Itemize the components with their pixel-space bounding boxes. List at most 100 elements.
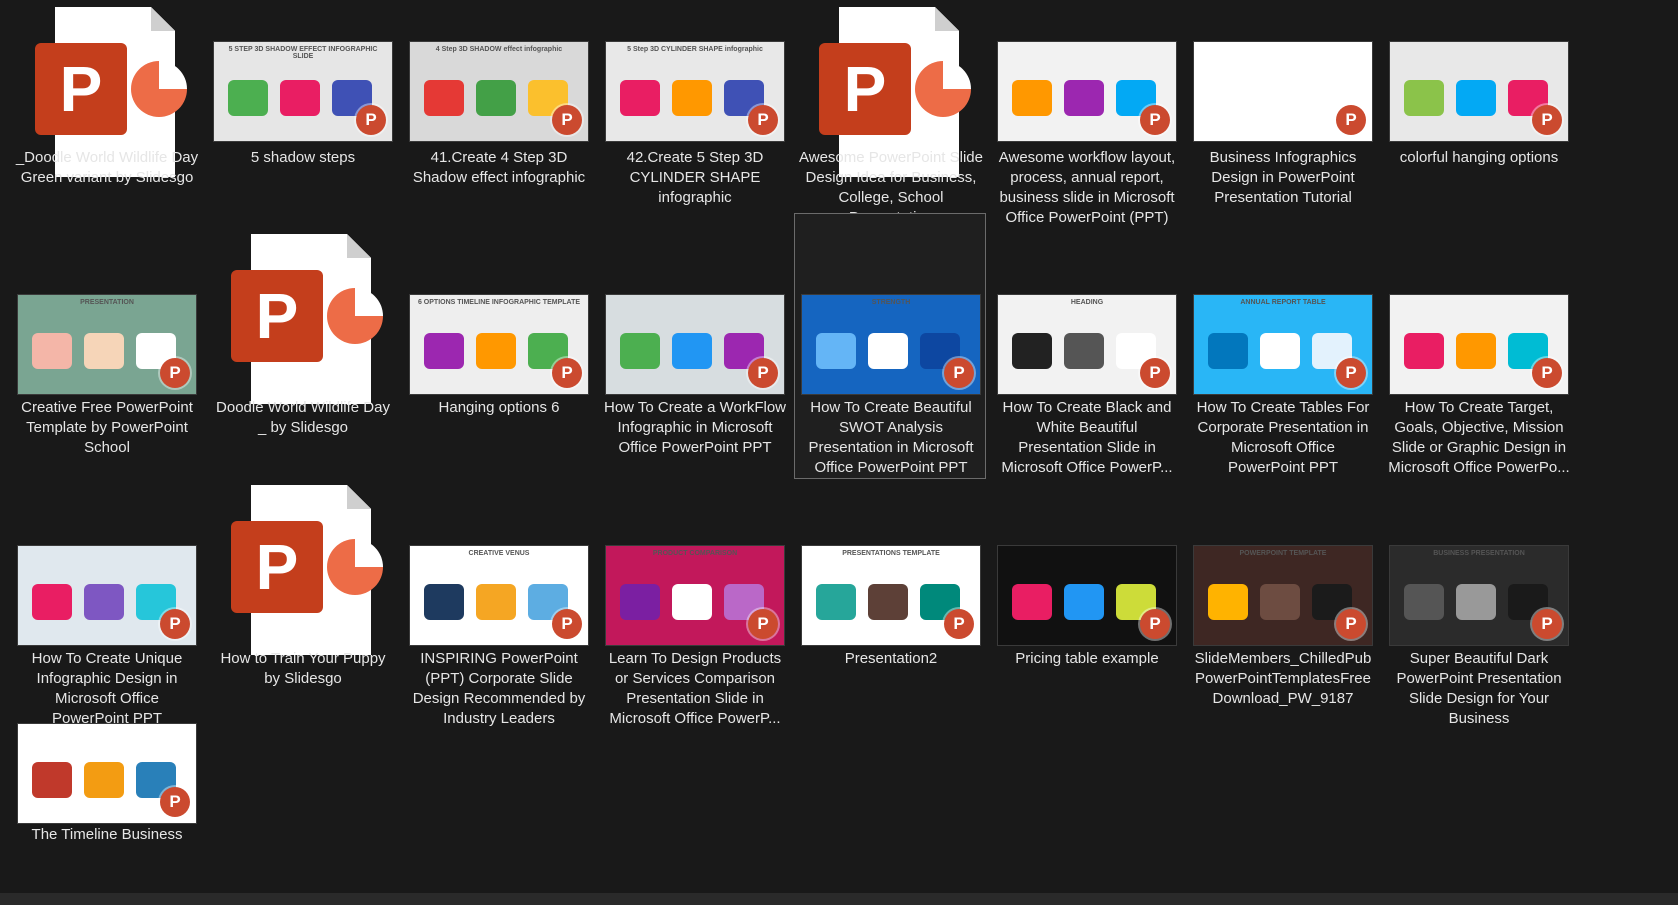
pie-chart-icon [327,288,383,344]
powerpoint-logo: P [231,270,323,362]
file-item[interactable]: HEADING P How To Create Black and White Be… [990,213,1182,479]
file-item[interactable]: 6 OPTIONS TIMELINE INFOGRAPHIC TEMPLATE P… [402,213,594,479]
file-item[interactable]: Pcolorful hanging options [1382,0,1574,226]
thumbnail-shape [816,333,856,369]
thumbnail-shape [424,333,464,369]
powerpoint-badge-icon: P [552,105,582,135]
powerpoint-badge-icon: P [160,609,190,639]
thumbnail-shape [620,333,660,369]
file-item[interactable]: P The Timeline Business [10,640,202,880]
file-item[interactable]: P Pricing table example [990,464,1182,730]
file-item[interactable]: BUSINESS PRESENTATION P Super Beautiful Da… [1382,464,1574,730]
file-item[interactable]: CREATIVE VENUS P INSPIRING PowerPoint (PPT… [402,464,594,730]
powerpoint-badge-icon: P [1336,609,1366,639]
thumbnail-title: 5 STEP 3D SHADOW EFFECT INFOGRAPHIC SLID… [228,46,378,60]
thumbnail-shape [84,762,124,798]
powerpoint-badge-icon: P [1532,609,1562,639]
slide-thumbnail: P [1193,41,1373,142]
slide-thumbnail: 5 STEP 3D SHADOW EFFECT INFOGRAPHIC SLID… [213,41,393,142]
file-item[interactable]: 4 Step 3D SHADOW effect infographic P 41.C… [402,0,594,226]
thumbnail-shape [1260,584,1300,620]
thumbnail-shape [1456,80,1496,116]
pie-chart-icon [915,61,971,117]
thumbnail-title: PRESENTATIONS TEMPLATE [842,550,940,557]
file-explorer-large-icons-view: P _Doodle World Wildlife Day Green varian… [0,0,1678,905]
file-item[interactable]: PRESENTATION P Creative Free PowerPoint Te… [10,213,202,479]
slide-thumbnail: 6 OPTIONS TIMELINE INFOGRAPHIC TEMPLATE P [409,294,589,395]
powerpoint-badge-icon: P [356,105,386,135]
thumbnail-title: ANNUAL REPORT TABLE [1240,299,1326,306]
powerpoint-badge-icon: P [160,358,190,388]
pie-chart-icon [327,539,383,595]
file-item[interactable]: P How To Create Target, Goals, Objective,… [1382,213,1574,479]
thumbnail-shape [32,584,72,620]
thumbnail-shape [1260,80,1300,116]
powerpoint-badge-icon: P [1140,609,1170,639]
file-name-label: INSPIRING PowerPoint (PPT) Corporate Sli… [412,650,586,727]
file-name-label: The Timeline Business [31,826,183,843]
thumbnail-shape [1404,584,1444,620]
file-fold [347,485,371,509]
file-item[interactable]: STRENGTH P How To Create Beautiful SWOT An… [794,213,986,479]
slide-thumbnail: POWERPOINT TEMPLATE P [1193,545,1373,646]
thumbnail-shape [1208,584,1248,620]
thumbnail-shape [1012,584,1052,620]
thumbnail-title: 4 Step 3D SHADOW effect infographic [435,46,563,53]
powerpoint-badge-icon: P [748,358,778,388]
file-name-label: 41.Create 4 Step 3D Shadow effect infogr… [412,149,586,186]
file-item[interactable]: P How to Train Your Puppy by Slidesgo [206,464,398,730]
thumbnail-shape [1064,584,1104,620]
file-item[interactable]: P How To Create a WorkFlow Infographic in… [598,213,790,479]
file-item[interactable]: PRODUCT COMPARISON P Learn To Design Produ… [598,464,790,730]
file-item[interactable]: P Awesome PowerPoint Slide Design Idea fo… [794,0,986,226]
file-item[interactable]: P Awesome workflow layout, process, annua… [990,0,1182,226]
thumbnail-title: BUSINESS PRESENTATION [1433,550,1525,557]
slide-thumbnail: P [17,723,197,824]
file-name-label: Business Infographics Design in PowerPoi… [1209,149,1357,206]
thumbnail-shape [1064,80,1104,116]
status-bar [0,893,1678,905]
file-item[interactable]: ANNUAL REPORT TABLE P How To Create Tables… [1186,213,1378,479]
slide-thumbnail: 4 Step 3D SHADOW effect infographic P [409,41,589,142]
thumbnail-title: 6 OPTIONS TIMELINE INFOGRAPHIC TEMPLATE [417,299,581,306]
slide-thumbnail: P [1389,294,1569,395]
ppt-file-icon: P [231,234,383,404]
ppt-file-icon: P [231,485,383,655]
pie-chart-icon [131,61,187,117]
file-name-label: Hanging options 6 [438,399,560,416]
thumbnail-shape [476,80,516,116]
file-item[interactable]: POWERPOINT TEMPLATE P SlideMembers_Chilled… [1186,464,1378,730]
thumbnail-shape [1012,80,1052,116]
thumbnail-shape [620,584,660,620]
thumbnail-shape [424,80,464,116]
file-item[interactable]: PRESENTATIONS TEMPLATE P Presentation2 [794,464,986,730]
file-item[interactable]: 5 Step 3D CYLINDER SHAPE infographic P 42.… [598,0,790,226]
powerpoint-badge-icon: P [944,358,974,388]
thumbnail-shape [672,333,712,369]
file-item[interactable]: P Doodle World Wildlife Day _ by Slidesgo [206,213,398,479]
powerpoint-badge-icon: P [748,105,778,135]
thumbnail-shape [32,333,72,369]
thumbnail-shape [476,584,516,620]
file-item[interactable]: P Business Infographics Design in PowerPo… [1186,0,1378,226]
thumbnail-shape [280,80,320,116]
thumbnail-shape [1404,80,1444,116]
thumbnail-shape [672,584,712,620]
slide-thumbnail: P [1389,41,1569,142]
thumbnail-shape [1456,333,1496,369]
thumbnail-shape [476,333,516,369]
powerpoint-badge-icon: P [1336,358,1366,388]
thumbnail-title: 5 Step 3D CYLINDER SHAPE infographic [627,46,763,53]
slide-thumbnail: STRENGTH P [801,294,981,395]
file-name-label: Creative Free PowerPoint Template by Pow… [21,399,193,456]
thumbnail-shape [816,584,856,620]
thumbnail-shape [84,584,124,620]
thumbnail-shape [868,584,908,620]
file-name-label: How to Train Your Puppy by Slidesgo [220,650,386,687]
file-item[interactable]: 5 STEP 3D SHADOW EFFECT INFOGRAPHIC SLID… [206,0,398,226]
file-name-label: _Doodle World Wildlife Day Green variant… [15,149,199,186]
powerpoint-badge-icon: P [1532,105,1562,135]
thumbnail-shape [1456,584,1496,620]
file-name-label: Presentation2 [844,650,938,667]
file-item[interactable]: P _Doodle World Wildlife Day Green varian… [10,0,202,226]
